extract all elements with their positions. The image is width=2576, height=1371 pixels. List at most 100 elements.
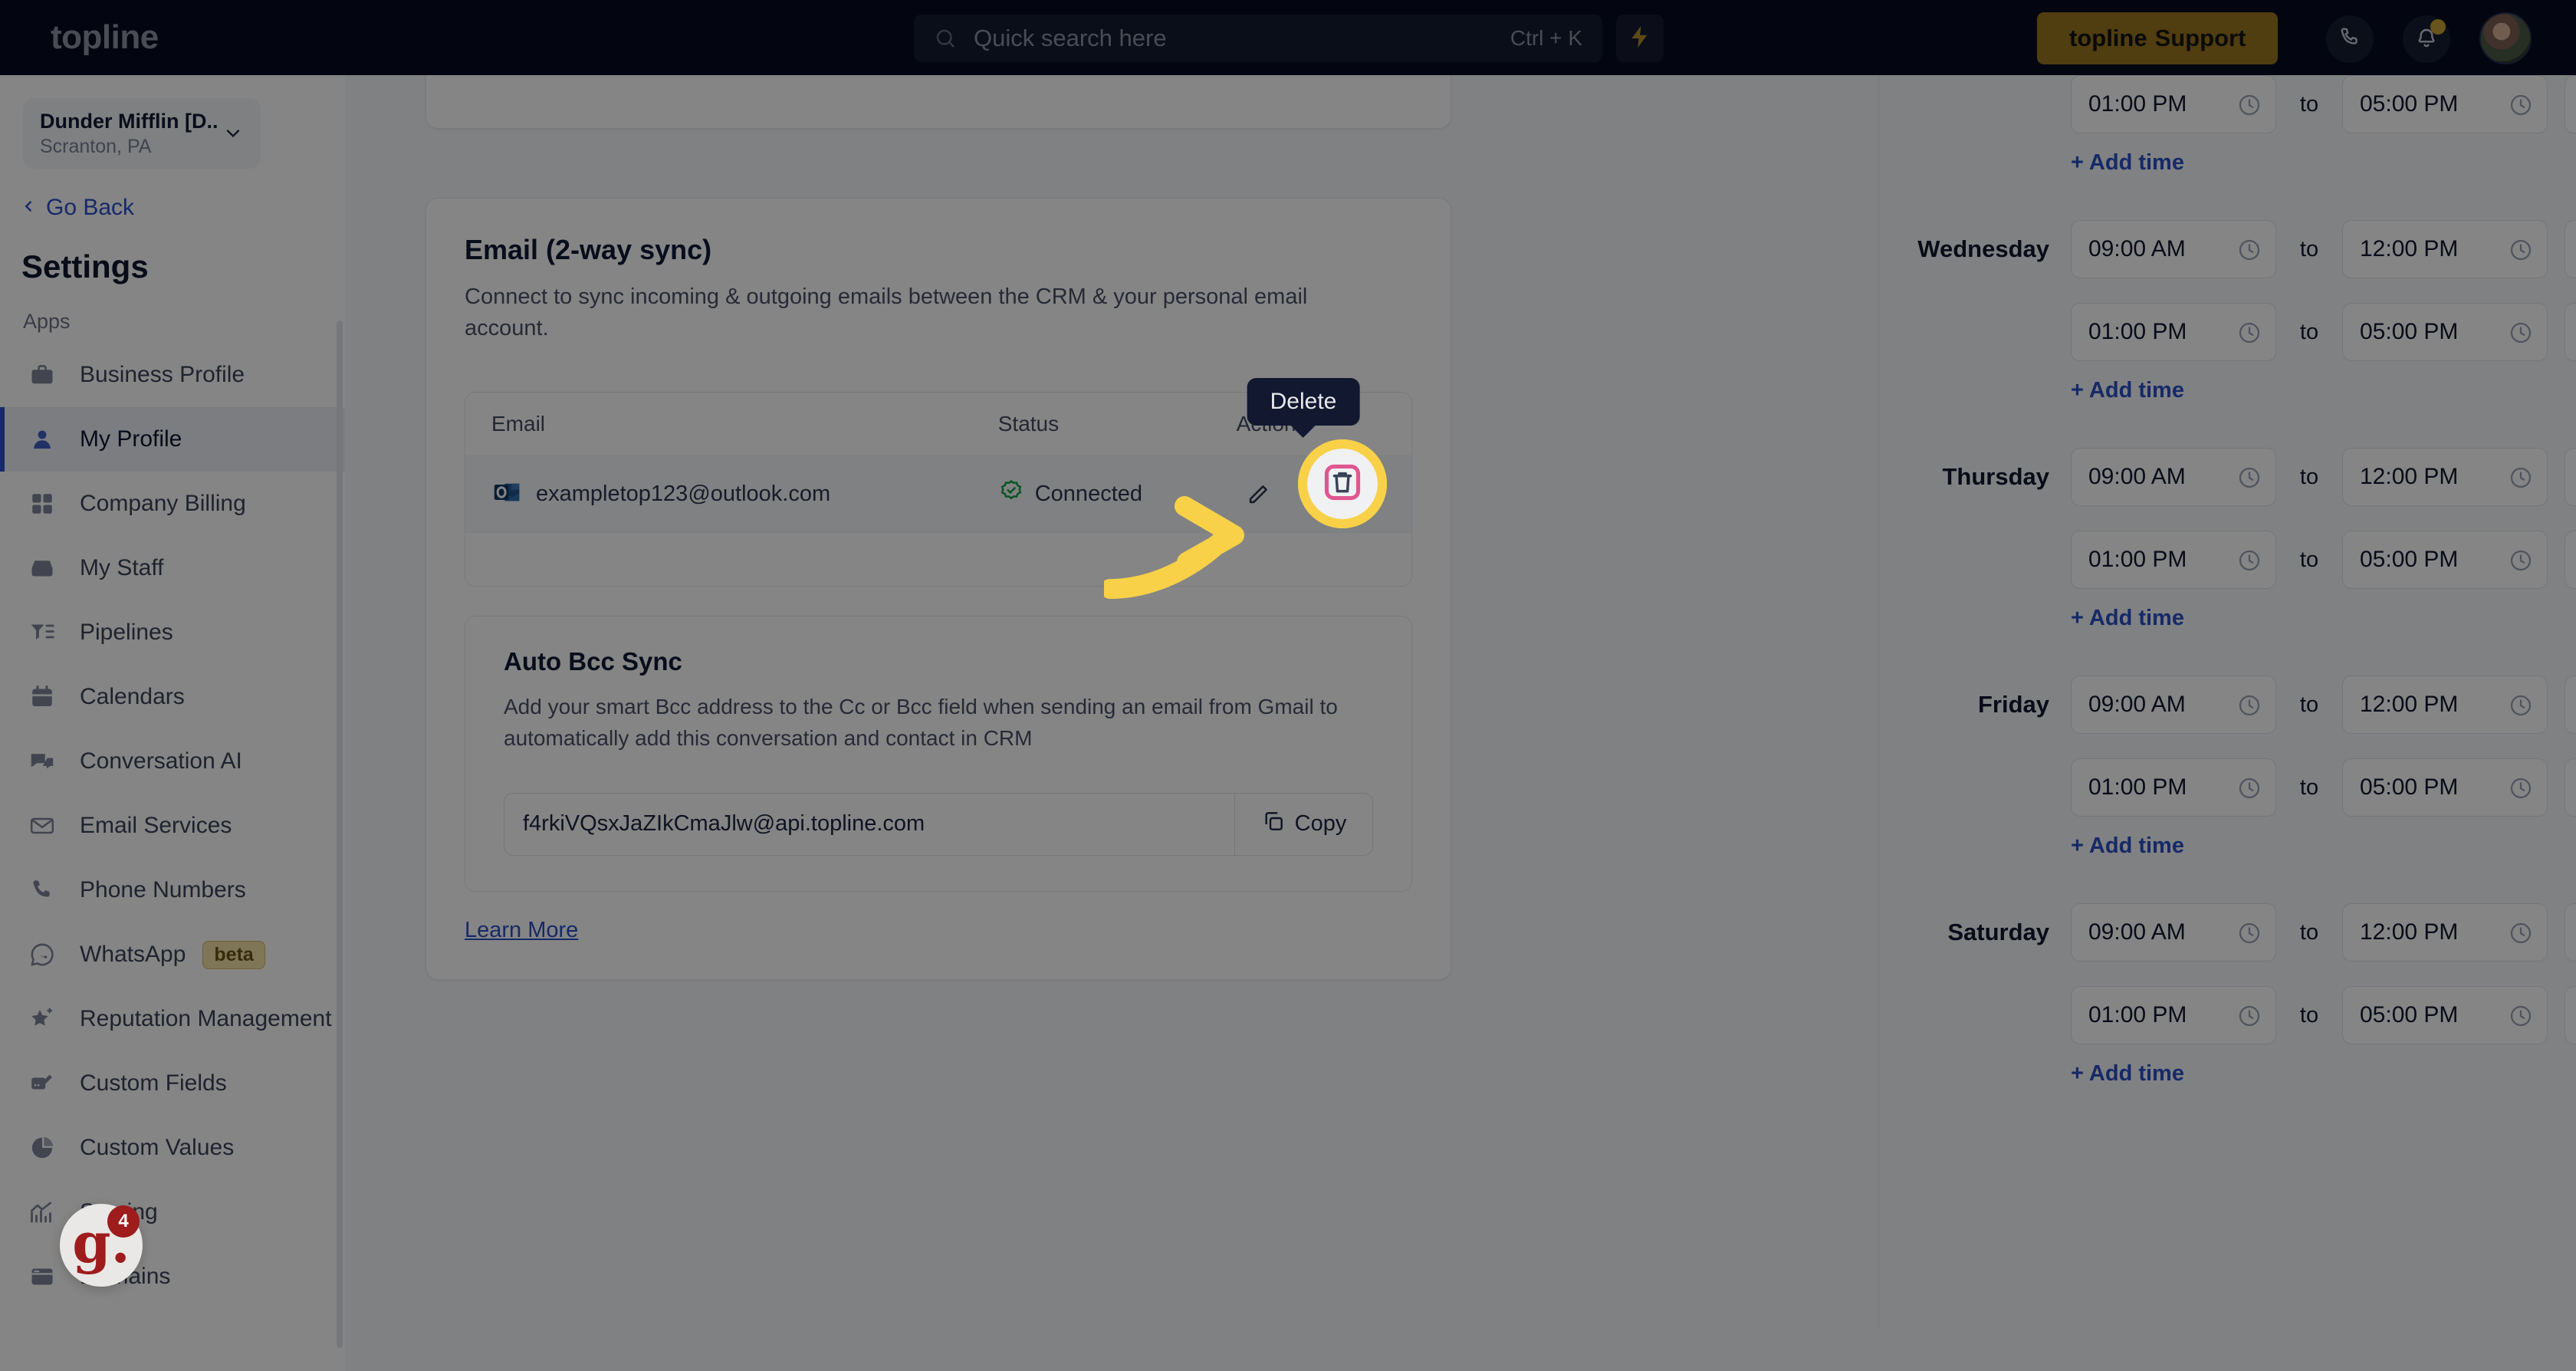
delete-row-button[interactable] bbox=[2564, 531, 2576, 589]
clock-icon bbox=[2237, 776, 2262, 801]
sidebar-item-conversation-ai[interactable]: Conversation AI bbox=[0, 729, 345, 794]
sidebar-item-business-profile[interactable]: Business Profile bbox=[0, 343, 345, 407]
start-time-field[interactable]: 09:00 AM bbox=[2071, 903, 2276, 962]
copy-label: Copy bbox=[1294, 811, 1347, 837]
sidebar-item-email-services[interactable]: Email Services bbox=[0, 794, 345, 858]
sidebar-item-my-staff[interactable]: My Staff bbox=[0, 536, 345, 600]
main-content: Email (2-way sync) Connect to sync incom… bbox=[345, 75, 2576, 1371]
add-time-link[interactable]: + Add time bbox=[2071, 150, 2184, 176]
to-separator-label: to bbox=[2299, 91, 2319, 117]
start-time-field[interactable]: 01:00 PM bbox=[2071, 75, 2276, 133]
end-time-value: 12:00 PM bbox=[2360, 236, 2459, 261]
start-time-field[interactable]: 09:00 AM bbox=[2071, 676, 2276, 734]
to-separator-label: to bbox=[2299, 692, 2319, 717]
end-time-field[interactable]: 12:00 PM bbox=[2342, 220, 2548, 278]
quick-search-bar[interactable]: Quick search here Ctrl + K bbox=[914, 15, 1602, 62]
business-hours-list: 01:00 PM to 05:00 PM + Add time Wednesday 09:… bbox=[1879, 75, 2576, 1131]
auto-bcc-sync-card: Auto Bcc Sync Add your smart Bcc address… bbox=[465, 616, 1412, 892]
copy-bcc-button[interactable]: Copy bbox=[1234, 793, 1372, 855]
whatsapp-icon bbox=[26, 939, 58, 971]
end-time-field[interactable]: 05:00 PM bbox=[2342, 758, 2548, 817]
highlighted-delete-button[interactable] bbox=[1307, 449, 1378, 519]
app-logo[interactable]: topline bbox=[51, 18, 159, 57]
learn-more-link[interactable]: Learn More bbox=[465, 918, 578, 943]
end-time-field[interactable]: 05:00 PM bbox=[2342, 303, 2548, 361]
sidebar-item-domains[interactable]: Domains bbox=[0, 1244, 345, 1309]
delete-row-button[interactable] bbox=[2564, 986, 2576, 1044]
sidebar-scrollbar[interactable] bbox=[337, 321, 343, 1348]
end-time-field[interactable]: 05:00 PM bbox=[2342, 531, 2548, 589]
clock-icon bbox=[2509, 238, 2533, 262]
clock-icon bbox=[2509, 465, 2533, 490]
sidebar-item-custom-fields[interactable]: Custom Fields bbox=[0, 1051, 345, 1116]
add-time-link[interactable]: + Add time bbox=[2071, 833, 2184, 859]
sidebar-item-phone-numbers[interactable]: Phone Numbers bbox=[0, 858, 345, 922]
copy-icon bbox=[1261, 809, 1286, 840]
delete-row-button[interactable] bbox=[2564, 303, 2576, 361]
end-time-field[interactable]: 05:00 PM bbox=[2342, 75, 2548, 133]
notifications-button[interactable] bbox=[2403, 15, 2450, 63]
bcc-section-title: Auto Bcc Sync bbox=[504, 647, 682, 676]
sidebar-item-whatsapp[interactable]: WhatsApp beta bbox=[0, 922, 345, 987]
start-time-field[interactable]: 01:00 PM bbox=[2071, 531, 2276, 589]
to-separator-label: to bbox=[2299, 547, 2319, 572]
end-time-field[interactable]: 05:00 PM bbox=[2342, 986, 2548, 1044]
table-row: exampletop123@outlook.com Connected bbox=[465, 455, 1411, 533]
copy-row-button[interactable] bbox=[2564, 903, 2576, 962]
go-back-link[interactable]: Go Back bbox=[20, 195, 345, 221]
sidebar-item-label: My Profile bbox=[80, 426, 182, 452]
search-shortcut-hint: Ctrl + K bbox=[1510, 26, 1582, 50]
delete-row-button[interactable] bbox=[2564, 758, 2576, 817]
to-separator-label: to bbox=[2299, 236, 2319, 261]
sidebar-item-scoring[interactable]: Scoring bbox=[0, 1180, 345, 1244]
end-time-value: 05:00 PM bbox=[2360, 91, 2459, 117]
chat-widget-button[interactable]: g. 4 bbox=[60, 1204, 143, 1287]
sidebar-item-custom-values[interactable]: Custom Values bbox=[0, 1116, 345, 1180]
sidebar-item-pipelines[interactable]: Pipelines bbox=[0, 600, 345, 665]
business-hours-day-partial: 01:00 PM to 05:00 PM + Add time bbox=[1879, 75, 2576, 220]
start-time-value: 01:00 PM bbox=[2088, 91, 2187, 117]
clock-icon bbox=[2237, 465, 2262, 490]
bcc-section-description: Add your smart Bcc address to the Cc or … bbox=[504, 695, 1338, 750]
sidebar-item-calendars[interactable]: Calendars bbox=[0, 665, 345, 729]
cell-status: Connected bbox=[998, 478, 1237, 511]
edit-icon[interactable] bbox=[1237, 473, 1280, 516]
delete-row-button[interactable] bbox=[2564, 75, 2576, 133]
settings-sidebar: Dunder Mifflin [D... Scranton, PA Go Bac… bbox=[0, 75, 345, 1371]
start-time-field[interactable]: 01:00 PM bbox=[2071, 758, 2276, 817]
sidebar-item-my-profile[interactable]: My Profile bbox=[0, 407, 345, 472]
sidebar-item-label: Custom Fields bbox=[80, 1070, 227, 1096]
bcc-address-field[interactable]: f4rkiVQsxJaZIkCmaJlw@api.topline.com Cop… bbox=[504, 792, 1373, 856]
sidebar-item-label: My Staff bbox=[80, 555, 164, 580]
time-range-row: 09:00 AM to 12:00 PM bbox=[2071, 676, 2576, 734]
email-address-value: exampletop123@outlook.com bbox=[536, 482, 831, 507]
end-time-field[interactable]: 12:00 PM bbox=[2342, 448, 2548, 506]
organization-selector[interactable]: Dunder Mifflin [D... Scranton, PA bbox=[23, 98, 261, 169]
copy-row-button[interactable] bbox=[2564, 220, 2576, 278]
start-time-field[interactable]: 09:00 AM bbox=[2071, 220, 2276, 278]
outlook-icon bbox=[491, 477, 522, 511]
start-time-field[interactable]: 01:00 PM bbox=[2071, 986, 2276, 1044]
delete-tooltip: Delete bbox=[1247, 378, 1360, 426]
time-range-row: 01:00 PM to 05:00 PM bbox=[2071, 758, 2576, 817]
end-time-field[interactable]: 12:00 PM bbox=[2342, 676, 2548, 734]
start-time-field[interactable]: 01:00 PM bbox=[2071, 303, 2276, 361]
clock-icon bbox=[2237, 93, 2262, 117]
sidebar-item-company-billing[interactable]: Company Billing bbox=[0, 472, 345, 536]
status-label: Connected bbox=[1034, 482, 1143, 507]
user-avatar[interactable] bbox=[2479, 12, 2532, 64]
add-time-link[interactable]: + Add time bbox=[2071, 378, 2184, 403]
lightning-bolt-button[interactable] bbox=[1616, 15, 1664, 62]
sidebar-item-label: Calendars bbox=[80, 684, 185, 709]
phone-button[interactable] bbox=[2326, 15, 2374, 63]
add-time-link[interactable]: + Add time bbox=[2071, 606, 2184, 631]
add-time-link[interactable]: + Add time bbox=[2071, 1061, 2184, 1087]
phone-icon bbox=[2338, 25, 2362, 54]
topline-support-button[interactable]: topline Support bbox=[2037, 12, 2279, 64]
end-time-field[interactable]: 12:00 PM bbox=[2342, 903, 2548, 962]
sidebar-item-reputation-management[interactable]: Reputation Management bbox=[0, 987, 345, 1051]
start-time-field[interactable]: 09:00 AM bbox=[2071, 448, 2276, 506]
copy-row-button[interactable] bbox=[2564, 448, 2576, 506]
calendar-icon bbox=[26, 681, 58, 713]
copy-row-button[interactable] bbox=[2564, 676, 2576, 734]
